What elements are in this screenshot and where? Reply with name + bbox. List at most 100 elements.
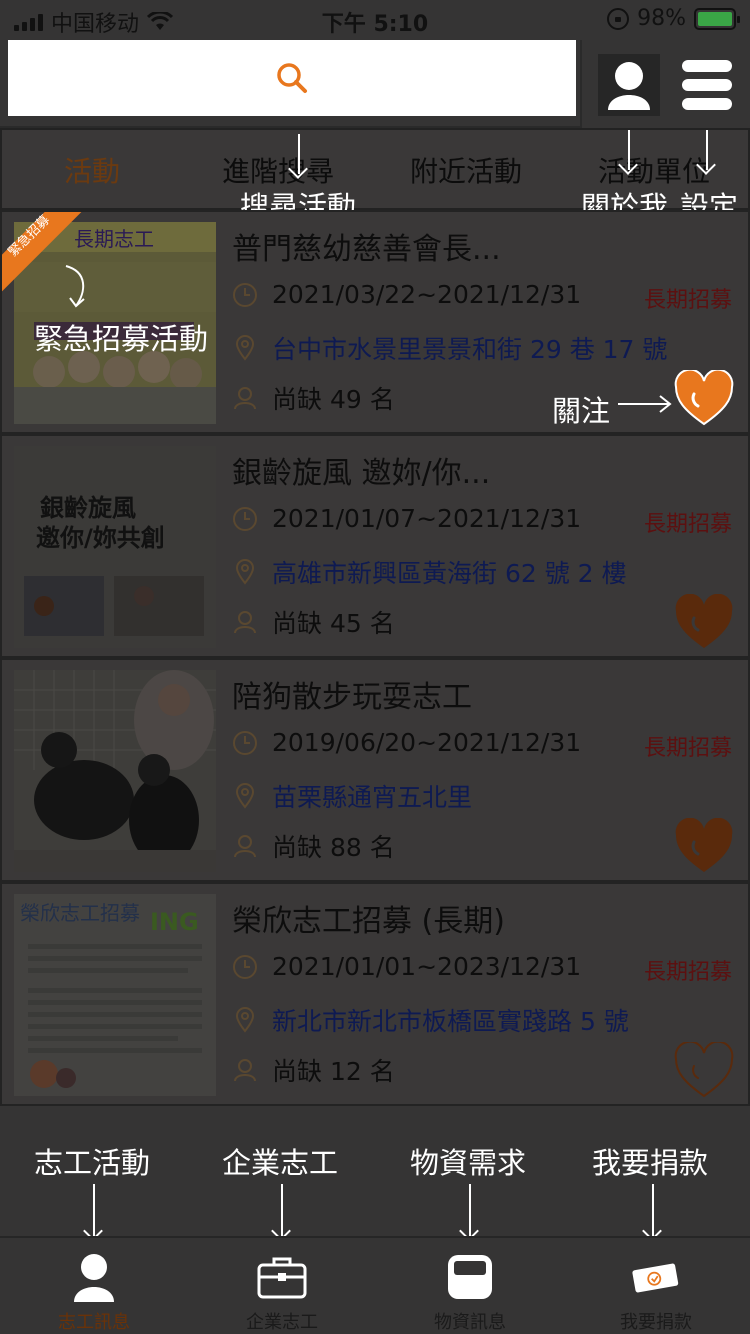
top-bar — [0, 40, 750, 128]
nav-corporate-volunteer[interactable]: 企業志工 — [188, 1238, 376, 1334]
activity-address-row[interactable]: 台中市水景里景景和街 29 巷 17 號 — [232, 330, 667, 366]
battery-group: 98% — [607, 6, 740, 31]
activity-address: 新北市新北市板橋區實踐路 5 號 — [272, 1007, 629, 1036]
activity-image: 榮欣志工招募 ING — [14, 894, 216, 1096]
search-icon — [277, 63, 307, 93]
annotation-arrow — [93, 1184, 95, 1236]
activity-date: 2021/01/07~2021/12/31 — [272, 504, 582, 533]
annotation-curved-arrow — [65, 265, 85, 308]
annotation-nav-volunteer: 志工活動 — [34, 1146, 151, 1180]
settings-menu-button[interactable] — [676, 54, 738, 116]
person-icon — [234, 611, 256, 634]
activity-address: 高雄市新興區黃海街 62 號 2 樓 — [272, 559, 627, 588]
activity-image: 銀齡旋風 邀你/妳共創 — [14, 446, 216, 648]
nav-volunteer-info[interactable]: 志工訊息 — [0, 1238, 188, 1334]
briefcase-icon — [257, 1257, 307, 1299]
clock-icon — [233, 506, 257, 531]
annotation-arrow — [628, 130, 630, 170]
heart-icon[interactable] — [674, 594, 734, 650]
heart-icon[interactable] — [674, 370, 734, 426]
activity-card[interactable]: 榮欣志工招募 ING 榮欣志工招募 (長期) 2021/01/01~2023/1… — [0, 882, 750, 1106]
location-pin-icon — [235, 1007, 255, 1033]
battery-icon — [694, 7, 740, 30]
clock-icon — [233, 282, 257, 307]
location-pin-icon — [235, 335, 255, 361]
activity-date: 2019/06/20~2021/12/31 — [272, 728, 582, 757]
nav-label: 我要捐款 — [620, 1312, 692, 1333]
activity-card[interactable]: 銀齡旋風 邀你/妳共創 銀齡旋風 邀妳/你... 2021/01/07~2021… — [0, 434, 750, 658]
annotation-urgent: 緊急招募活動 — [34, 322, 209, 356]
activity-date-row: 2021/03/22~2021/12/31 — [232, 280, 581, 309]
activity-need-row: 尚缺 49 名 — [232, 380, 395, 416]
nav-label: 物資訊息 — [434, 1312, 506, 1333]
activity-need-row: 尚缺 88 名 — [232, 828, 395, 864]
thumb-text: 銀齡旋風 — [40, 494, 136, 522]
annotation-arrow — [281, 1184, 283, 1236]
annotation-arrow — [298, 134, 300, 174]
nav-supplies-info[interactable]: 物資訊息 — [376, 1238, 564, 1334]
profile-button[interactable] — [598, 54, 660, 116]
activity-address: 台中市水景里景景和街 29 巷 17 號 — [272, 335, 668, 364]
annotation-arrow-right — [618, 395, 672, 413]
divider — [580, 40, 582, 128]
annotation-nav-corporate: 企業志工 — [222, 1146, 339, 1180]
annotation-arrow — [652, 1184, 654, 1236]
annotation-nav-supplies: 物資需求 — [410, 1146, 527, 1180]
activity-card[interactable]: 陪狗散步玩耍志工 2019/06/20~2021/12/31 長期招募 苗栗縣通… — [0, 658, 750, 882]
activity-need-row: 尚缺 12 名 — [232, 1052, 395, 1088]
activity-address-row[interactable]: 苗栗縣通宵五北里 — [232, 778, 472, 814]
thumb-text: 榮欣志工招募 — [20, 901, 140, 925]
activity-image — [14, 670, 216, 872]
recruit-status: 長期招募 — [643, 736, 732, 761]
activity-date-row: 2021/01/01~2023/12/31 — [232, 952, 581, 981]
heart-icon[interactable] — [674, 818, 734, 874]
battery-percent: 98% — [637, 6, 686, 31]
annotation-follow: 關注 — [552, 394, 611, 428]
nav-donate[interactable]: 我要捐款 — [562, 1238, 750, 1334]
box-icon — [448, 1255, 492, 1299]
annotation-arrow — [469, 1184, 471, 1236]
recruit-status: 長期招募 — [643, 512, 732, 537]
thumb-banner-text: 長期志工 — [74, 227, 154, 251]
annotation-arrow — [706, 130, 708, 170]
nav-label: 志工訊息 — [58, 1312, 130, 1333]
thumb-text: ING — [150, 908, 199, 936]
tab-nearby[interactable]: 附近活動 — [410, 150, 522, 190]
activity-title: 陪狗散步玩耍志工 — [232, 680, 472, 715]
activity-need: 尚缺 45 名 — [272, 609, 395, 638]
activity-title: 榮欣志工招募 (長期) — [232, 904, 505, 939]
activity-address-row[interactable]: 高雄市新興區黃海街 62 號 2 樓 — [232, 554, 627, 590]
tab-activities[interactable]: 活動 — [64, 150, 120, 190]
activity-date-row: 2019/06/20~2021/12/31 — [232, 728, 581, 757]
activity-need: 尚缺 49 名 — [272, 385, 395, 414]
search-box[interactable] — [8, 40, 576, 116]
bottom-nav: 志工訊息 企業志工 物資訊息 我要捐款 — [0, 1236, 750, 1334]
person-icon — [234, 835, 256, 858]
menu-icon — [682, 60, 732, 72]
person-icon — [234, 387, 256, 410]
activity-date-row: 2021/01/07~2021/12/31 — [232, 504, 581, 533]
rotation-lock-icon — [607, 7, 630, 30]
user-icon — [74, 1254, 114, 1302]
activity-date: 2021/03/22~2021/12/31 — [272, 280, 582, 309]
activity-address-row[interactable]: 新北市新北市板橋區實踐路 5 號 — [232, 1002, 629, 1038]
recruit-status: 長期招募 — [643, 288, 732, 313]
user-icon — [608, 62, 650, 110]
activity-title: 銀齡旋風 邀妳/你... — [232, 456, 491, 491]
location-pin-icon — [235, 783, 255, 809]
clock-icon — [233, 954, 257, 979]
activity-date: 2021/01/01~2023/12/31 — [272, 952, 582, 981]
heart-outline-icon[interactable] — [674, 1042, 734, 1098]
recruit-status: 長期招募 — [643, 960, 732, 985]
annotation-nav-donate: 我要捐款 — [592, 1146, 709, 1180]
thumb-text: 邀你/妳共創 — [36, 524, 165, 552]
person-icon — [234, 1059, 256, 1082]
donation-icon — [632, 1263, 679, 1293]
activity-title: 普門慈幼慈善會長... — [232, 232, 501, 267]
nav-label: 企業志工 — [246, 1312, 318, 1333]
status-bar: 中国移动 下午 5:10 98% — [0, 0, 750, 40]
activity-address: 苗栗縣通宵五北里 — [272, 783, 473, 812]
activity-need: 尚缺 88 名 — [272, 833, 395, 862]
location-pin-icon — [235, 559, 255, 585]
activity-need: 尚缺 12 名 — [272, 1057, 395, 1086]
